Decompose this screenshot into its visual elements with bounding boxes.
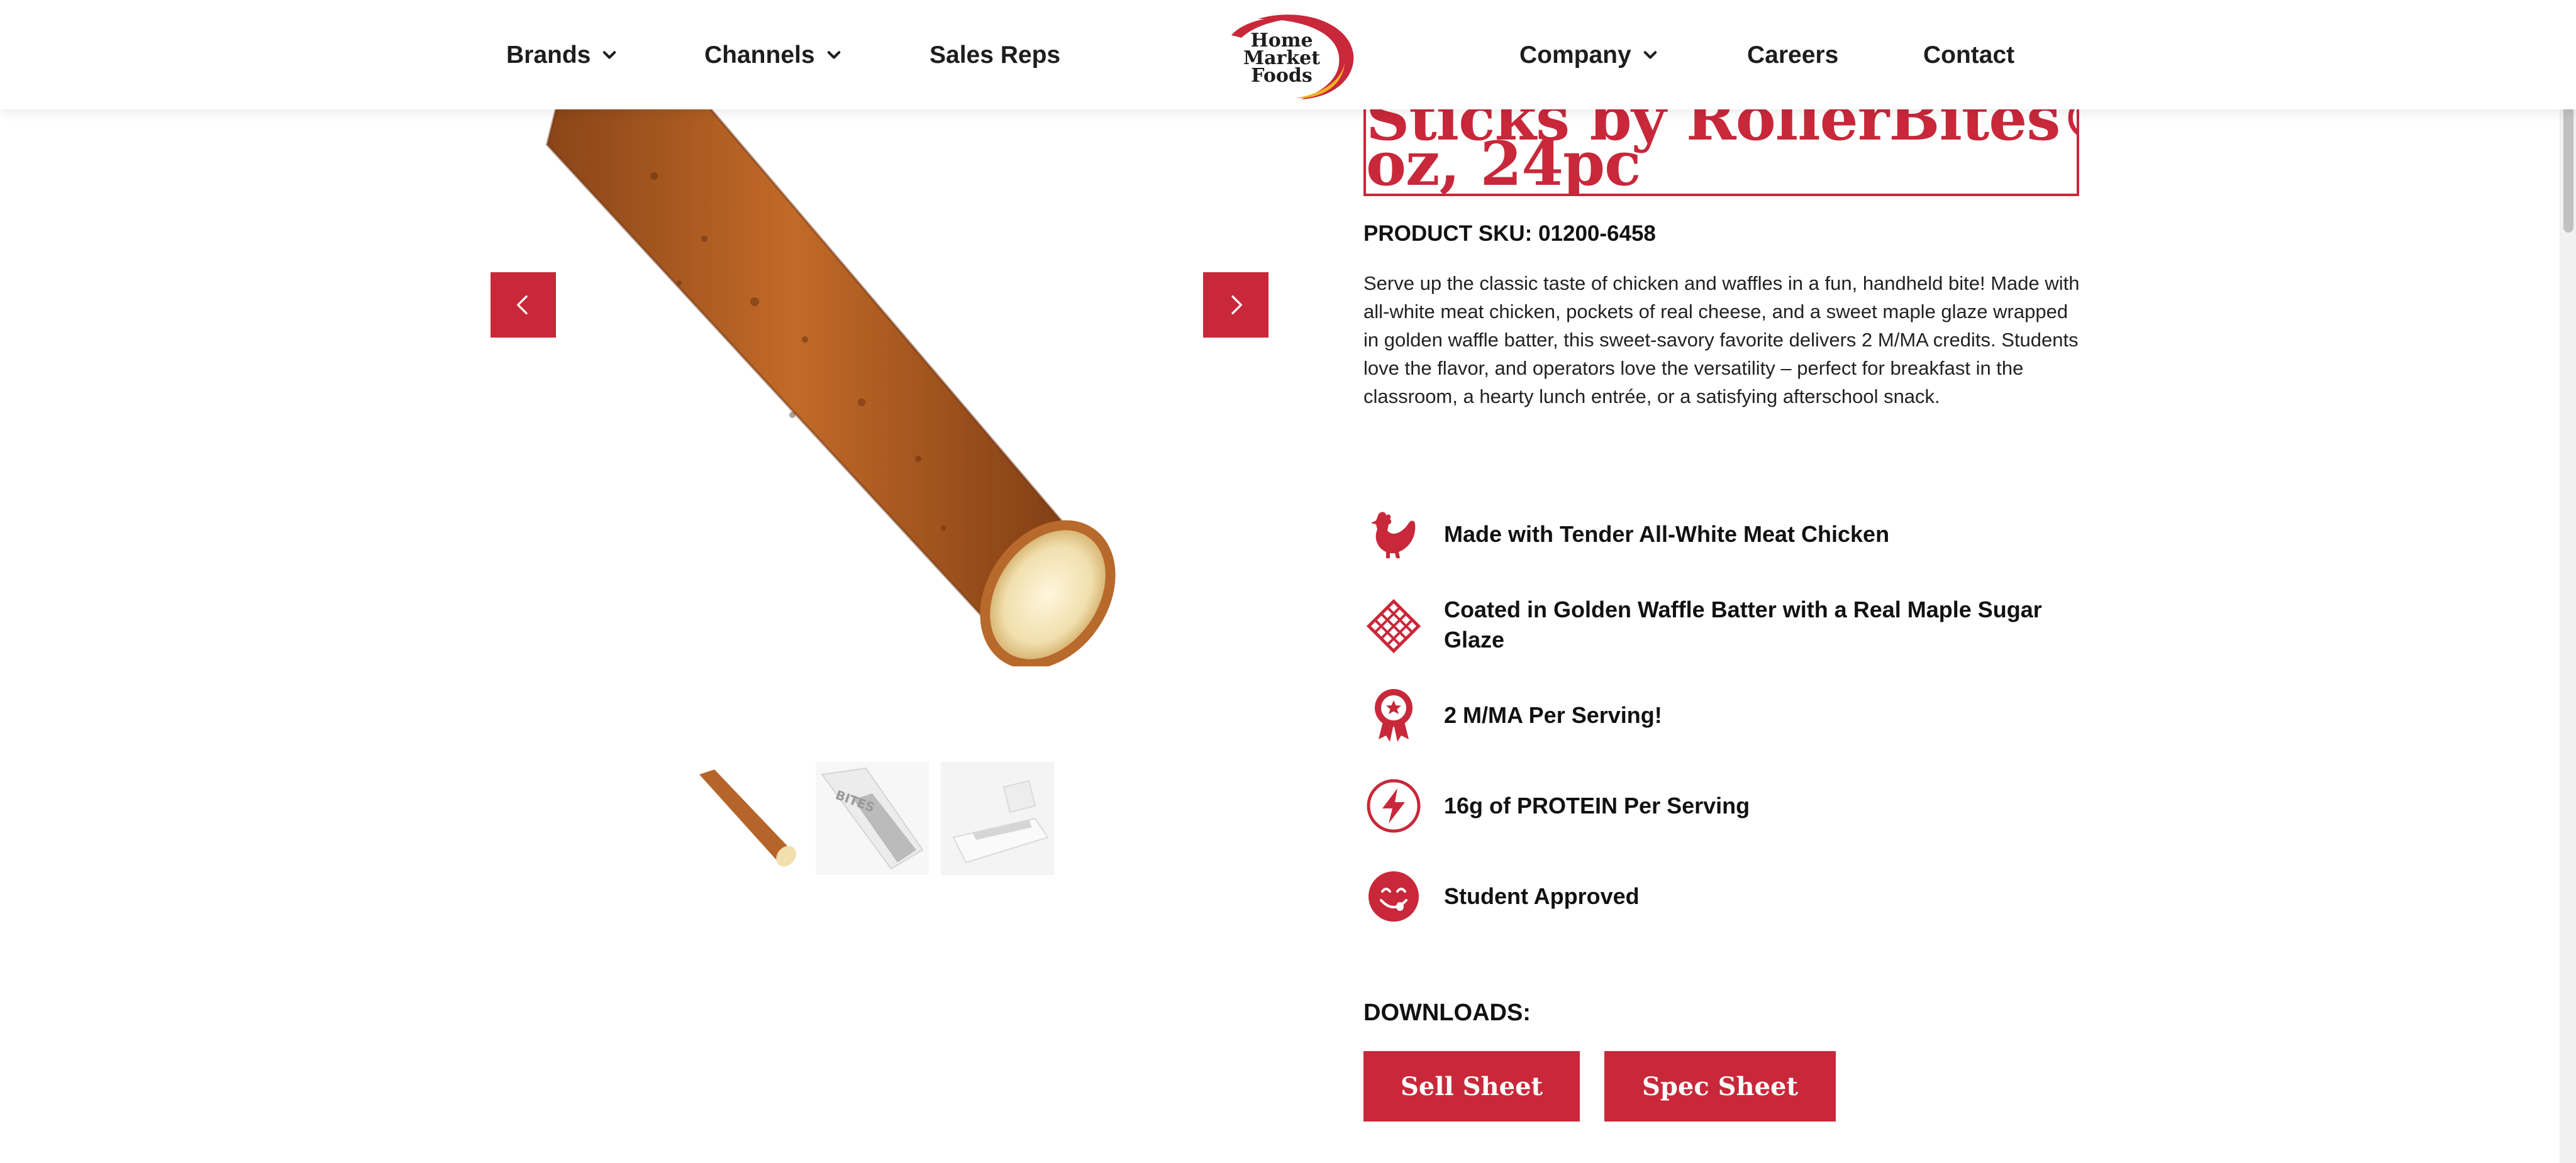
feature-text-waffle: Coated in Golden Waffle Batter with a Re… bbox=[1444, 597, 2042, 653]
lightning-bolt-icon bbox=[1367, 779, 1421, 833]
nav-brands[interactable]: Brands bbox=[506, 39, 618, 72]
thumbnail-serving-plate[interactable] bbox=[941, 762, 1054, 875]
chevron-down-icon bbox=[827, 51, 840, 59]
nav-sales-reps[interactable]: Sales Reps bbox=[930, 39, 1060, 72]
chevron-right-icon bbox=[1231, 295, 1242, 314]
thumbnail-packaging[interactable]: BITES bbox=[816, 762, 929, 875]
nav-channels-label: Channels bbox=[704, 41, 815, 69]
site-header: Brands Channels Sales Reps Home Market F… bbox=[0, 0, 2576, 109]
downloads-heading: DOWNLOADS: bbox=[1363, 1000, 1531, 1026]
nav-company-label: Company bbox=[1519, 41, 1631, 69]
gallery-next-button[interactable] bbox=[1203, 272, 1269, 338]
chevron-down-icon bbox=[603, 51, 616, 59]
chevron-down-icon bbox=[1643, 51, 1657, 59]
product-main-image bbox=[545, 93, 1116, 666]
nav-contact[interactable]: Contact bbox=[1923, 39, 2014, 72]
waffle-icon bbox=[1366, 598, 1421, 654]
nav-contact-label: Contact bbox=[1923, 41, 2015, 69]
logo-line-foods: Foods bbox=[1251, 65, 1313, 87]
sell-sheet-label: Sell Sheet bbox=[1401, 1071, 1543, 1101]
chevron-left-icon bbox=[517, 295, 528, 314]
home-market-foods-logo[interactable]: Home Market Foods bbox=[1220, 10, 1355, 101]
feature-text-mma: 2 M/MA Per Serving! bbox=[1444, 702, 1662, 728]
product-sku: PRODUCT SKU: 01200-6458 bbox=[1363, 221, 1656, 246]
product-title-line2: oz, 24pc bbox=[1366, 128, 1641, 196]
smiley-face-icon bbox=[1368, 871, 1419, 922]
nav-brands-label: Brands bbox=[506, 41, 591, 69]
spec-sheet-label: Spec Sheet bbox=[1642, 1071, 1798, 1101]
product-description: Serve up the classic taste of chicken an… bbox=[1363, 272, 2080, 407]
nav-sales-reps-label: Sales Reps bbox=[930, 41, 1061, 69]
nav-careers[interactable]: Careers bbox=[1747, 39, 1838, 72]
nav-channels[interactable]: Channels bbox=[704, 39, 843, 72]
page-scrollbar[interactable] bbox=[2560, 0, 2576, 1163]
feature-text-chicken: Made with Tender All-White Meat Chicken bbox=[1444, 521, 1890, 547]
spec-sheet-button[interactable]: Spec Sheet bbox=[1604, 1051, 1836, 1122]
award-ribbon-icon bbox=[1375, 689, 1413, 742]
sell-sheet-button[interactable]: Sell Sheet bbox=[1363, 1051, 1580, 1122]
chicken-icon bbox=[1371, 512, 1416, 558]
nav-company[interactable]: Company bbox=[1519, 39, 1659, 72]
feature-text-student: Student Approved bbox=[1444, 883, 1640, 909]
gallery-prev-button[interactable] bbox=[491, 272, 556, 338]
nav-careers-label: Careers bbox=[1747, 41, 1839, 69]
feature-text-protein: 16g of PROTEIN Per Serving bbox=[1444, 793, 1750, 819]
thumbnail-product-stick[interactable] bbox=[692, 762, 805, 875]
